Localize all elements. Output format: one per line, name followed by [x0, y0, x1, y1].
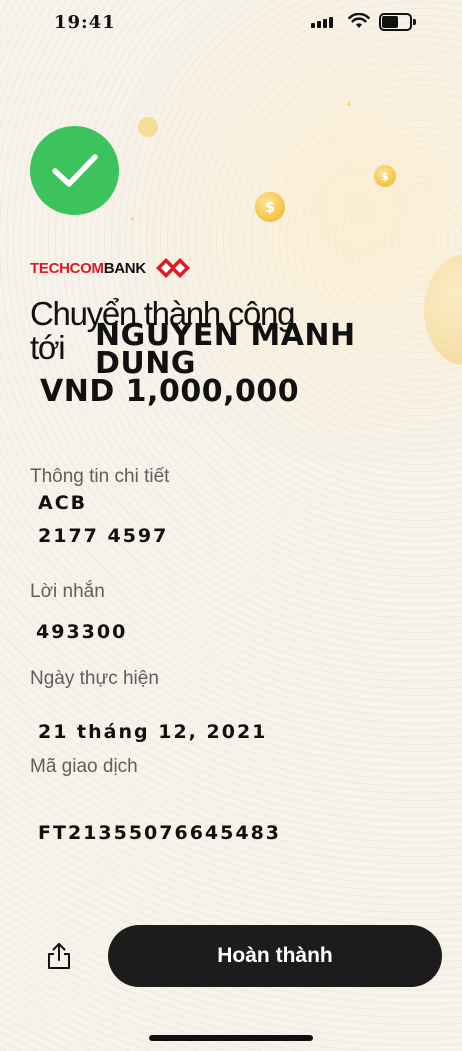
transfer-amount: VND 1,000,000: [40, 374, 300, 409]
bank-name: ACB: [38, 492, 88, 514]
coin-icon: $: [255, 192, 285, 222]
checkmark-icon: [51, 153, 98, 187]
brand-name-part1: TECHCOM: [30, 259, 104, 277]
sparkle-icon: ✦: [345, 100, 354, 111]
status-bar: 19:41: [0, 0, 462, 44]
cellular-signal-icon: [311, 16, 335, 28]
share-icon: [48, 943, 70, 969]
transaction-date: 21 tháng 12, 2021: [38, 721, 268, 743]
recipient-name: NGUYEN MANH DUNG: [95, 318, 356, 381]
battery-icon: [379, 13, 416, 31]
share-button[interactable]: [42, 938, 76, 974]
coin-dot: [138, 117, 158, 137]
transaction-id-label: Mã giao dịch: [30, 756, 138, 777]
done-button[interactable]: Hoàn thành: [108, 925, 442, 987]
message-value: 493300: [36, 621, 128, 643]
wifi-icon: [348, 13, 370, 28]
sparkle-icon: ✦: [129, 215, 136, 224]
account-number: 2177 4597: [38, 525, 169, 547]
techcombank-logo: TECHCOM BANK: [30, 256, 192, 280]
status-time: 19:41: [54, 12, 116, 33]
brand-name-part2: BANK: [103, 259, 146, 277]
home-indicator: [149, 1035, 313, 1041]
message-label: Lời nhắn: [30, 581, 105, 602]
transaction-id: FT21355076645483: [38, 822, 282, 844]
details-label: Thông tin chi tiết: [30, 466, 170, 487]
coin-icon: $: [374, 165, 396, 187]
techcombank-logo-icon: [155, 258, 190, 278]
success-checkmark-icon: [30, 126, 119, 215]
date-label: Ngày thực hiện: [30, 668, 159, 689]
